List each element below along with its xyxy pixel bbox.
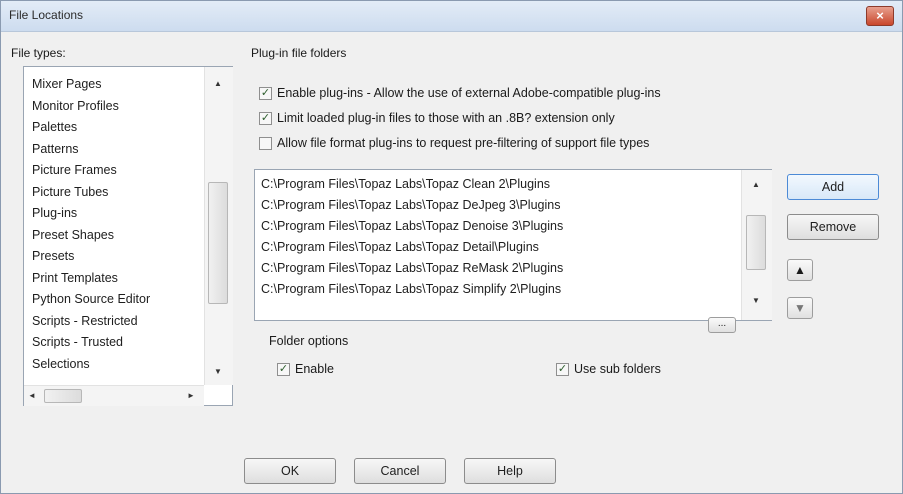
scroll-right-icon[interactable]: ► [187,391,195,400]
move-down-icon: ▼ [794,301,806,315]
file-types-scroll-thumb[interactable] [208,182,228,304]
plugin-option-label: Allow file format plug-ins to request pr… [277,136,650,150]
folder-options-label: Folder options [269,334,349,348]
remove-button[interactable]: Remove [787,214,879,240]
plugin-option-label: Limit loaded plug-in files to those with… [277,111,615,125]
plugin-folder-list[interactable]: C:\Program Files\Topaz Labs\Topaz Clean … [254,169,772,321]
file-locations-dialog: File Locations × File types: Mixer Pages… [0,0,903,494]
plugin-option-checkbox[interactable]: ✓ [259,87,272,100]
file-type-item[interactable]: Presets [32,249,74,263]
plugin-folders-label: Plug-in file folders [251,46,347,60]
file-type-item[interactable]: Palettes [32,120,77,134]
folder-scroll-down-icon[interactable]: ▼ [752,296,760,305]
file-type-item[interactable]: Python Source Editor [32,292,150,306]
use-subfolders-label: Use sub folders [574,362,661,376]
plugin-folder-item[interactable]: C:\Program Files\Topaz Labs\Topaz Simpli… [261,282,561,296]
add-button[interactable]: Add [787,174,879,200]
file-type-item[interactable]: Selections [32,357,90,371]
scroll-left-icon[interactable]: ◄ [28,391,36,400]
file-types-hscroll-thumb[interactable] [44,389,82,403]
folder-scroll-up-icon[interactable]: ▲ [752,180,760,189]
file-type-item[interactable]: Scripts - Trusted [32,335,123,349]
file-type-item[interactable]: Scripts - Restricted [32,314,138,328]
file-types-list[interactable]: Mixer Pages Monitor Profiles Palettes Patte… [23,66,233,406]
file-type-item[interactable]: Picture Tubes [32,185,108,199]
scroll-up-icon[interactable]: ▲ [214,79,222,88]
file-type-item[interactable]: Preset Shapes [32,228,114,242]
ok-button[interactable]: OK [244,458,336,484]
file-type-item[interactable]: Monitor Profiles [32,99,119,113]
file-types-vscroll[interactable]: ▲ ▼ [204,67,233,385]
browse-folder-button[interactable]: ... [708,317,736,333]
plugin-folder-item[interactable]: C:\Program Files\Topaz Labs\Topaz Detail… [261,240,539,254]
enable-folder-label: Enable [295,362,334,376]
file-types-hscroll[interactable]: ◄ ► [24,385,204,406]
scroll-down-icon[interactable]: ▼ [214,367,222,376]
move-up-icon: ▲ [794,263,806,277]
plugin-folder-item[interactable]: C:\Program Files\Topaz Labs\Topaz Denois… [261,219,563,233]
file-types-label: File types: [11,46,66,60]
use-subfolders-checkbox[interactable]: ✓ [556,363,569,376]
title-bar: File Locations × [1,1,902,32]
folder-scroll-thumb[interactable] [746,215,766,270]
file-type-item[interactable]: Patterns [32,142,79,156]
plugin-option-label: Enable plug-ins - Allow the use of exter… [277,86,661,100]
move-up-button[interactable]: ▲ [787,259,813,281]
plugin-folder-item[interactable]: C:\Program Files\Topaz Labs\Topaz ReMask… [261,261,563,275]
file-type-item[interactable]: Mixer Pages [32,77,101,91]
file-type-item[interactable]: Plug-ins [32,206,77,220]
cancel-button[interactable]: Cancel [354,458,446,484]
help-button[interactable]: Help [464,458,556,484]
enable-folder-checkbox[interactable]: ✓ [277,363,290,376]
window-title: File Locations [9,8,84,22]
folder-list-vscroll[interactable]: ▲ ▼ [741,170,772,320]
plugin-option-checkbox[interactable] [259,137,272,150]
plugin-folder-item[interactable]: C:\Program Files\Topaz Labs\Topaz DeJpeg… [261,198,560,212]
close-button[interactable]: × [866,6,894,26]
file-type-item[interactable]: Picture Frames [32,163,117,177]
plugin-option-checkbox[interactable]: ✓ [259,112,272,125]
plugin-folder-item[interactable]: C:\Program Files\Topaz Labs\Topaz Clean … [261,177,550,191]
file-type-item[interactable]: Print Templates [32,271,118,285]
move-down-button[interactable]: ▼ [787,297,813,319]
